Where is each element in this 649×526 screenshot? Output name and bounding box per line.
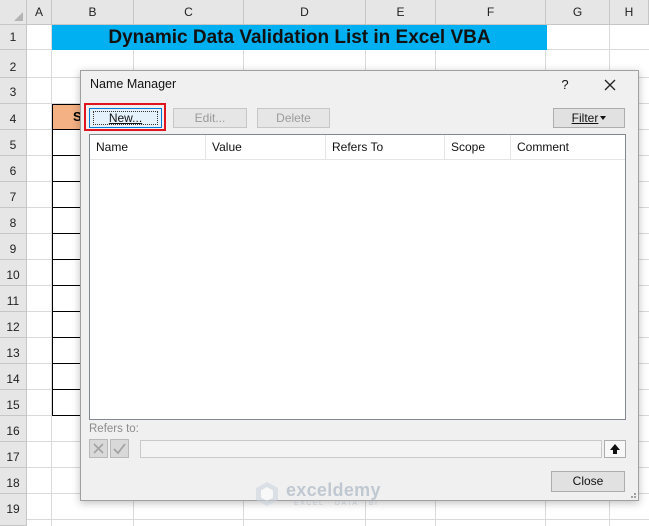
names-list[interactable]: Name Value Refers To Scope Comment [89,134,626,420]
row-header-17[interactable]: 17 [0,442,27,468]
row-header-15[interactable]: 15 [0,390,27,416]
row-header-4[interactable]: 4 [0,104,27,130]
column-header-h[interactable]: H [610,0,649,25]
row-header-6[interactable]: 6 [0,156,27,182]
refers-to-field[interactable] [140,440,602,458]
sheet-title[interactable]: Dynamic Data Validation List in Excel VB… [52,25,547,50]
close-icon[interactable] [599,73,621,97]
row-header-2[interactable]: 2 [0,50,27,78]
column-header-e[interactable]: E [366,0,436,25]
row-header-12[interactable]: 12 [0,312,27,338]
collapse-arrow-icon [610,444,620,454]
filter-button-label: Filter [571,111,599,125]
cancel-x-icon [93,443,104,454]
column-name-header[interactable]: Name [90,135,206,159]
checkmark-icon [113,443,126,455]
dialog-title: Name Manager [90,77,177,91]
column-header-g[interactable]: G [546,0,610,25]
dropdown-arrow-icon [600,115,607,120]
column-value-header[interactable]: Value [206,135,326,159]
row-header-1[interactable]: 1 [0,25,27,50]
select-all-corner[interactable] [0,0,27,25]
column-header-f[interactable]: F [436,0,546,25]
row-header-10[interactable]: 10 [0,260,27,286]
new-button[interactable]: New... [89,108,162,128]
help-button[interactable]: ? [556,74,574,96]
name-manager-dialog: Name Manager ? New... Edit... Delete Fil… [80,70,639,501]
column-header-b[interactable]: B [52,0,134,25]
row-header-5[interactable]: 5 [0,130,27,156]
column-refers-to-header[interactable]: Refers To [326,135,445,159]
confirm-edit-button[interactable] [110,439,129,458]
resize-grip-icon[interactable] [627,489,637,499]
filter-button[interactable]: Filter [553,108,625,128]
row-header-8[interactable]: 8 [0,208,27,234]
row-header-11[interactable]: 11 [0,286,27,312]
row-header-3[interactable]: 3 [0,78,27,104]
close-button[interactable]: Close [551,471,625,492]
edit-button[interactable]: Edit... [173,108,247,128]
watermark-name: exceldemy [286,480,381,500]
row-header-18[interactable]: 18 [0,468,27,494]
column-header-c[interactable]: C [134,0,244,25]
column-scope-header[interactable]: Scope [445,135,511,159]
row-header-16[interactable]: 16 [0,416,27,442]
exceldemy-watermark: exceldemy EXCEL · DATA · BI [254,479,404,509]
cancel-edit-button[interactable] [89,439,108,458]
column-header-a[interactable]: A [27,0,52,25]
list-header: Name Value Refers To Scope Comment [90,135,625,160]
row-header-14[interactable]: 14 [0,364,27,390]
row-header-13[interactable]: 13 [0,338,27,364]
exceldemy-logo-icon [256,482,278,506]
column-header-d[interactable]: D [244,0,366,25]
row-header-19[interactable]: 19 [0,494,27,526]
refers-to-label: Refers to: [89,423,139,435]
row-header-9[interactable]: 9 [0,234,27,260]
collapse-dialog-button[interactable] [604,440,626,458]
row-header-7[interactable]: 7 [0,182,27,208]
watermark-tagline: EXCEL · DATA · BI [294,500,379,507]
gridline [27,519,649,520]
delete-button[interactable]: Delete [257,108,330,128]
column-comment-header[interactable]: Comment [511,135,625,159]
new-button-label: New... [93,111,158,125]
